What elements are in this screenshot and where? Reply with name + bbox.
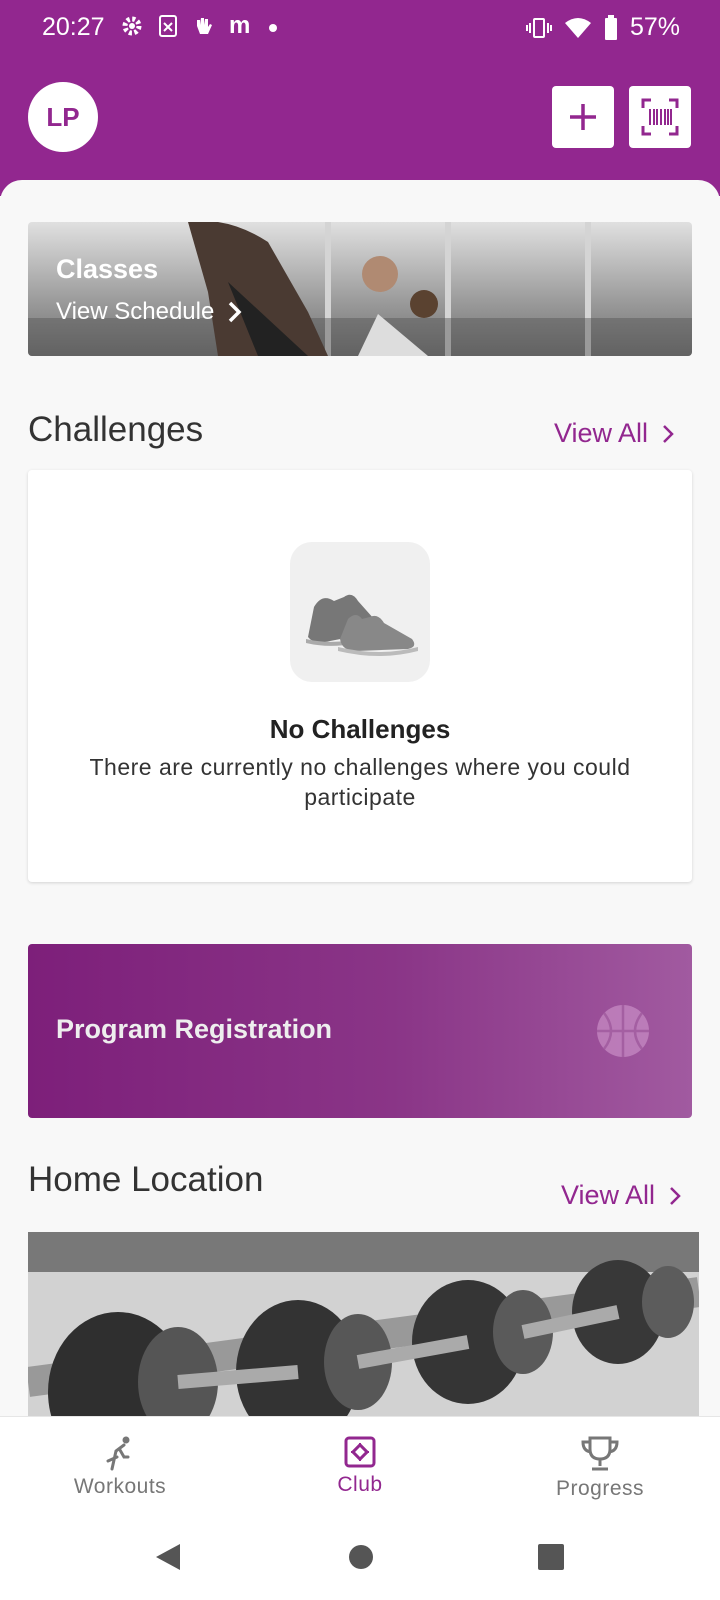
challenges-card: No Challenges There are currently no cha… [28,470,692,882]
home-location-view-all-label: View All [561,1180,656,1210]
home-location-title: Home Location [28,1160,264,1199]
chevron-right-icon [229,301,242,323]
nav-workouts[interactable]: Workouts [0,1417,240,1513]
dot-icon [269,24,277,32]
runner-icon [106,1436,130,1471]
classes-photo [28,222,692,356]
app-header: LP [0,56,720,196]
challenges-view-all-label: View All [554,418,649,448]
notification-icons: m [120,14,278,38]
system-navigation-bar [0,1512,720,1600]
program-registration-banner[interactable]: Program Registration [28,944,692,1118]
vibrate-icon [525,17,552,38]
chevron-right-icon [670,1186,681,1205]
view-schedule-link[interactable]: View Schedule [56,298,242,326]
trophy-icon [581,1436,619,1471]
basketball-icon [597,1005,649,1057]
add-button[interactable] [552,86,614,148]
back-icon[interactable] [152,1542,182,1572]
barcode-scan-button[interactable] [629,86,691,148]
nav-club-label: Club [337,1473,383,1496]
nav-progress-label: Progress [555,1477,645,1500]
home-location-photo[interactable] [28,1232,699,1416]
chevron-right-icon [663,424,674,443]
no-challenges-title: No Challenges [269,714,451,744]
challenges-view-all[interactable]: View All [554,418,674,449]
status-right: 57% [525,13,680,42]
status-bar: 20:27 m 57% [0,0,720,56]
dumbbells-photo [28,1232,699,1416]
no-challenges-message: There are currently no challenges where … [89,754,631,810]
classes-title: Classes [56,254,159,284]
avatar[interactable]: LP [28,82,98,152]
home-icon[interactable] [347,1542,375,1572]
sneakers-icon [306,594,418,656]
sim-card-icon [159,15,177,37]
recents-icon[interactable] [537,1542,565,1572]
bottom-navigation: Workouts Club Progress [0,1416,720,1512]
barcode-icon [641,98,679,136]
hand-icon [197,18,212,34]
classes-banner[interactable]: Classes View Schedule [28,222,692,356]
home-location-view-all[interactable]: View All [561,1180,681,1211]
main-content: Classes View Schedule Challenges View Al… [0,180,720,1416]
nav-workouts-label: Workouts [73,1475,167,1498]
club-icon [344,1436,376,1468]
view-schedule-label: View Schedule [56,298,215,325]
sneakers-tile [290,542,430,682]
nav-club[interactable]: Club [240,1417,480,1513]
status-time: 20:27 [42,13,105,41]
plus-icon [570,104,596,130]
nav-progress[interactable]: Progress [480,1417,720,1513]
challenges-title: Challenges [28,410,204,449]
svg-text:m: m [229,14,250,38]
battery-level: 57% [629,13,680,41]
settings-icon [122,16,142,36]
program-registration-title: Program Registration [56,1014,333,1044]
battery-icon [604,14,617,40]
m-app-icon: m [229,14,250,38]
wifi-icon [564,17,591,38]
